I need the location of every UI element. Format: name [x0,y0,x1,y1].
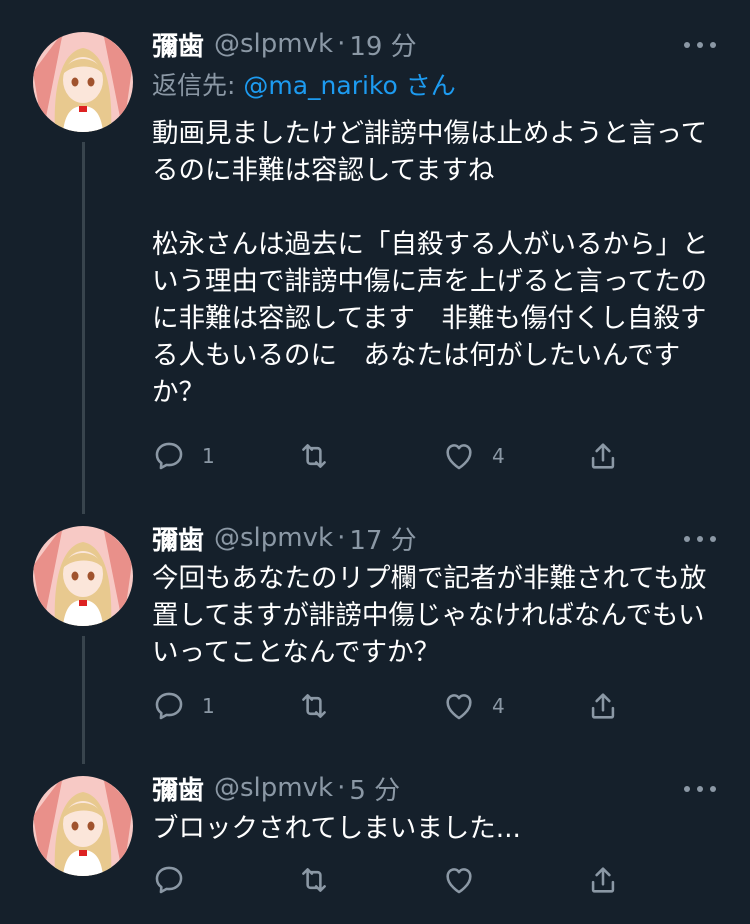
tweet[interactable]: 彌歯 @slpmvk · 17 分 今回もあなたのリプ欄で記者が非難されても放置… [0,500,750,750]
heart-icon [446,868,472,894]
tweet[interactable]: 彌歯 @slpmvk · 5 分 ブロックされてしまいました... [0,750,750,924]
like-count: 4 [492,444,505,468]
reply-button[interactable] [152,860,202,900]
share-upload-icon [591,443,615,469]
tweet-text: 今回もあなたのリプ欄で記者が非難されても放置してますが誹謗中傷じゃなければなんで… [152,563,707,668]
share-upload-icon [591,867,615,893]
retweet-arrows-icon [302,694,326,718]
reply-bubble-icon [155,866,183,894]
user-handle[interactable]: @slpmvk [214,523,333,553]
more-icon[interactable] [684,40,716,50]
heart-icon [446,694,472,720]
retweet-button[interactable] [297,436,347,476]
separator-dot: · [337,29,346,59]
avatar[interactable] [33,32,133,132]
retweet-arrows-icon [302,444,326,468]
tweet-header: 彌歯 @slpmvk · 17 分 [152,520,417,556]
avatar[interactable] [33,776,133,876]
reply-context: 返信先: @ma_nariko さん [152,66,456,102]
like-count: 4 [492,694,505,718]
display-name[interactable]: 彌歯 [152,770,204,807]
reply-bubble-icon [155,692,183,720]
retweet-arrows-icon [302,868,326,892]
retweet-button[interactable] [297,686,347,726]
more-icon[interactable] [684,534,716,544]
timestamp[interactable]: 5 分 [349,770,400,807]
reply-count: 1 [202,444,215,468]
timestamp[interactable]: 19 分 [349,26,416,63]
reply-button[interactable]: 1 [152,436,215,476]
reply-count: 1 [202,694,215,718]
share-button[interactable] [586,436,620,476]
more-icon[interactable] [684,784,716,794]
reply-button[interactable]: 1 [152,686,215,726]
action-bar [152,860,632,900]
display-name[interactable]: 彌歯 [152,26,204,63]
tweet-header: 彌歯 @slpmvk · 5 分 [152,770,400,806]
reply-mention-link[interactable]: @ma_nariko [243,71,397,100]
display-name[interactable]: 彌歯 [152,520,204,557]
timestamp[interactable]: 17 分 [349,520,416,557]
tweet[interactable]: 彌歯 @slpmvk · 19 分 返信先: @ma_nariko さん 動画見… [0,0,750,500]
like-button[interactable] [442,860,492,900]
separator-dot: · [337,523,346,553]
avatar[interactable] [33,526,133,626]
tweet-header: 彌歯 @slpmvk · 19 分 [152,26,417,62]
retweet-button[interactable] [297,860,347,900]
share-button[interactable] [586,686,620,726]
reply-suffix: さん [397,71,456,100]
action-bar: 1 4 [152,436,632,476]
tweet-text: ブロックされてしまいました... [152,813,521,844]
user-handle[interactable]: @slpmvk [214,29,333,59]
reply-bubble-icon [155,442,183,470]
separator-dot: · [337,773,346,803]
share-upload-icon [591,693,615,719]
user-handle[interactable]: @slpmvk [214,773,333,803]
reply-label: 返信先: [152,71,244,100]
share-button[interactable] [586,860,620,900]
heart-icon [446,444,472,470]
like-button[interactable]: 4 [442,686,505,726]
like-button[interactable]: 4 [442,436,505,476]
action-bar: 1 4 [152,686,632,726]
tweet-text: 動画見ましたけど誹謗中傷は止めようと言ってるのに非難は容認してますね 松永さんは… [152,118,709,408]
